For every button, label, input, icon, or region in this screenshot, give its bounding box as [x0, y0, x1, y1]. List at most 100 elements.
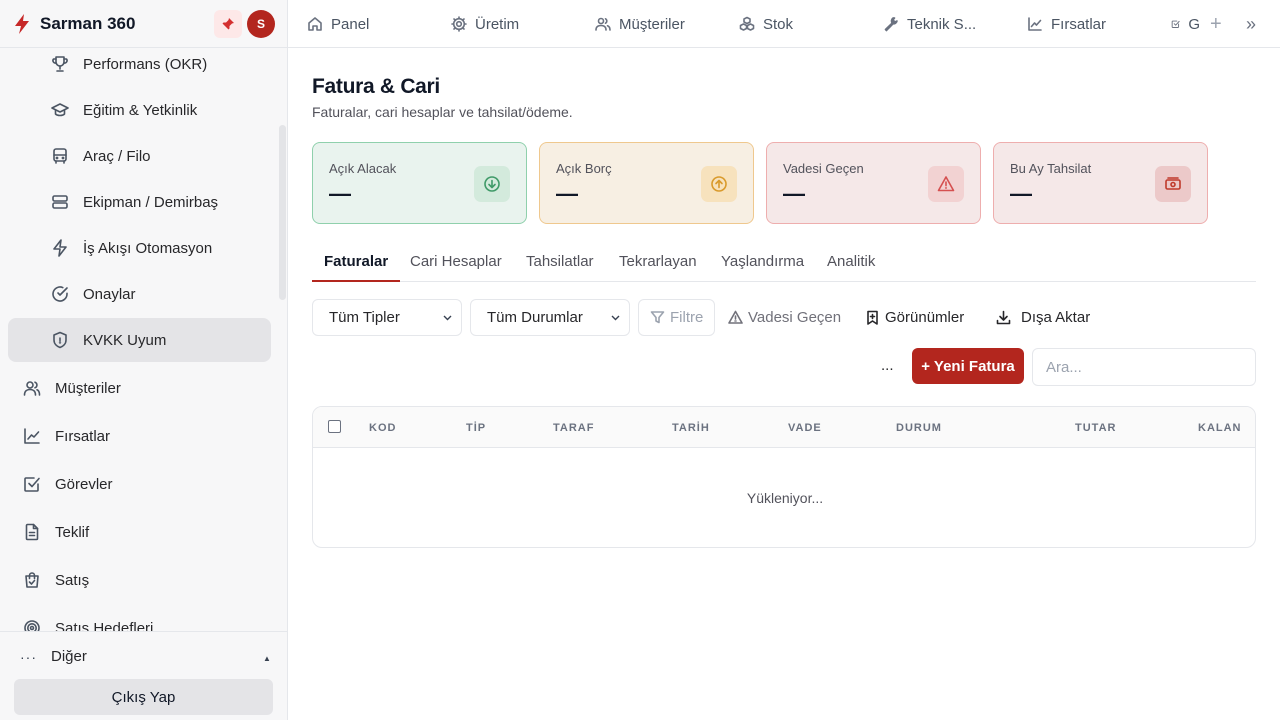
boxes-icon: [739, 16, 755, 31]
topnav-uretim[interactable]: Üretim: [451, 0, 519, 48]
more-toggle[interactable]: ··· Diğer: [20, 648, 87, 665]
card-icon-box: [928, 166, 964, 202]
status-select[interactable]: Tüm Durumlar: [470, 299, 630, 336]
sidebar-item-ekipman[interactable]: Ekipman / Demirbaş: [51, 180, 271, 224]
sidebar-item-musteriler[interactable]: Müşteriler: [23, 366, 273, 410]
topnav-label: G: [1188, 15, 1200, 33]
topnav-musteriler[interactable]: Müşteriler: [595, 0, 685, 48]
tab-tekrarlayan[interactable]: Tekrarlayan: [619, 250, 697, 282]
tab-yaslandirma[interactable]: Yaşlandırma: [721, 250, 804, 282]
topnav-gorevler[interactable]: G: [1171, 0, 1200, 48]
sidebar-item-performans[interactable]: Performans (OKR): [51, 48, 271, 86]
top-nav: Panel Üretim Müşteriler Stok Teknik S...…: [288, 0, 1280, 48]
logout-button[interactable]: Çıkış Yap: [14, 679, 273, 715]
filter-icon: [650, 311, 665, 324]
invoice-table: KOD TİP TARAF TARİH VADE DURUM TUTAR KAL…: [312, 406, 1256, 548]
card-value: —: [783, 181, 805, 206]
sidebar-item-label: KVKK Uyum: [83, 331, 167, 349]
lightning-icon: [53, 239, 67, 257]
tab-tahsilatlar[interactable]: Tahsilatlar: [526, 250, 594, 282]
sidebar-item-satis[interactable]: Satış: [23, 558, 273, 602]
page-title: Fatura & Cari: [312, 75, 440, 98]
column-header-kod[interactable]: KOD: [369, 422, 396, 434]
topnav-teknik-servis[interactable]: Teknik S...: [883, 0, 976, 48]
chevrons-right-icon[interactable]: »: [1246, 15, 1256, 33]
search-input[interactable]: [1032, 348, 1256, 386]
column-header-tip[interactable]: TİP: [466, 422, 486, 434]
card-icon-box: [474, 166, 510, 202]
sidebar-item-label: Performans (OKR): [83, 55, 208, 73]
caret-up-icon[interactable]: ▲: [263, 654, 271, 663]
views-button[interactable]: Görünümler: [865, 299, 964, 336]
topnav-firsatlar[interactable]: Fırsatlar: [1027, 0, 1106, 48]
sidebar-item-satis-hedefleri[interactable]: Satış Hedefleri: [23, 606, 273, 631]
server-icon: [52, 195, 68, 209]
export-label: Dışa Aktar: [1021, 309, 1091, 326]
summary-card-bu-ay-tahsilat: Bu Ay Tahsilat —: [993, 142, 1208, 224]
tab-cari-hesaplar[interactable]: Cari Hesaplar: [410, 250, 502, 282]
topnav-panel[interactable]: Panel: [307, 0, 369, 48]
add-tab-icon[interactable]: +: [1210, 14, 1222, 34]
new-invoice-button[interactable]: + Yeni Fatura: [912, 348, 1024, 384]
overdue-filter-button[interactable]: Vadesi Geçen: [728, 299, 841, 336]
check-circle-icon: [52, 286, 68, 302]
chevron-down-icon: [611, 315, 620, 321]
sidebar-item-firsatlar[interactable]: Fırsatlar: [23, 414, 273, 458]
sidebar-item-onaylar[interactable]: Onaylar: [51, 272, 271, 316]
column-header-tarih[interactable]: TARİH: [672, 422, 710, 434]
export-button[interactable]: Dışa Aktar: [996, 299, 1090, 336]
chart-line-icon: [24, 428, 40, 444]
column-header-kalan[interactable]: KALAN: [1198, 422, 1242, 434]
card-label: Açık Alacak: [329, 161, 397, 176]
avatar[interactable]: S: [247, 10, 275, 38]
gear-icon: [451, 16, 467, 32]
filter-button[interactable]: Filtre: [638, 299, 716, 336]
app-title: Sarman 360: [40, 14, 136, 33]
sidebar-item-arac[interactable]: Araç / Filo: [51, 134, 271, 178]
sidebar-item-label: Onaylar: [83, 285, 136, 303]
sidebar-item-is-akisi[interactable]: İş Akışı Otomasyon: [51, 226, 271, 270]
card-label: Bu Ay Tahsilat: [1010, 161, 1092, 176]
topnav-stok[interactable]: Stok: [739, 0, 793, 48]
status-select-value: Tüm Durumlar: [487, 309, 583, 326]
sidebar-item-gorevler[interactable]: Görevler: [23, 462, 273, 506]
sidebar-item-teklif[interactable]: Teklif: [23, 510, 273, 554]
more-dots-icon: ···: [20, 648, 37, 665]
sidebar-item-kvkk[interactable]: KVKK Uyum: [8, 318, 271, 362]
users-icon: [23, 381, 41, 396]
sidebar-item-label: Fırsatlar: [55, 427, 111, 445]
column-header-tutar[interactable]: TUTAR: [1075, 422, 1116, 434]
select-all-checkbox[interactable]: [328, 420, 341, 433]
tab-faturalar[interactable]: Faturalar: [312, 250, 401, 282]
warning-icon: [937, 176, 955, 192]
type-select[interactable]: Tüm Tipler: [312, 299, 462, 336]
topnav-label: Müşteriler: [619, 15, 685, 33]
sidebar-item-egitim[interactable]: Eğitim & Yetkinlik: [51, 88, 271, 132]
arrow-up-circle-icon: [711, 176, 727, 192]
card-icon-box: [701, 166, 737, 202]
brand-bar: Sarman 360 S: [0, 0, 287, 48]
more-actions-button[interactable]: ...: [881, 357, 894, 374]
type-select-value: Tüm Tipler: [329, 309, 400, 326]
column-header-vade[interactable]: VADE: [788, 422, 822, 434]
page-subtitle: Faturalar, cari hesaplar ve tahsilat/öde…: [312, 104, 573, 120]
wrench-icon: [884, 17, 898, 32]
pin-button[interactable]: [214, 10, 242, 38]
sidebar-item-label: Araç / Filo: [83, 147, 151, 165]
column-header-taraf[interactable]: TARAF: [553, 422, 594, 434]
sidebar-nav[interactable]: Performans (OKR) Eğitim & Yetkinlik Araç…: [0, 48, 287, 631]
card-icon-box: [1155, 166, 1191, 202]
tab-analitik[interactable]: Analitik: [827, 250, 875, 282]
chart-line-icon: [1028, 17, 1042, 31]
file-icon: [25, 523, 39, 541]
sidebar-item-label: Ekipman / Demirbaş: [83, 193, 219, 211]
column-header-durum[interactable]: DURUM: [896, 422, 942, 434]
main-content: Fatura & Cari Faturalar, cari hesaplar v…: [288, 48, 1280, 720]
card-label: Açık Borç: [556, 161, 612, 176]
sidebar-item-label: İş Akışı Otomasyon: [83, 239, 213, 257]
card-value: —: [329, 181, 351, 206]
sidebar-scrollbar[interactable]: [279, 125, 286, 300]
topnav-label: Fırsatlar: [1051, 15, 1107, 33]
sidebar-item-label: Eğitim & Yetkinlik: [83, 101, 198, 119]
tab-bar: Faturalar Cari Hesaplar Tahsilatlar Tekr…: [312, 250, 1256, 282]
